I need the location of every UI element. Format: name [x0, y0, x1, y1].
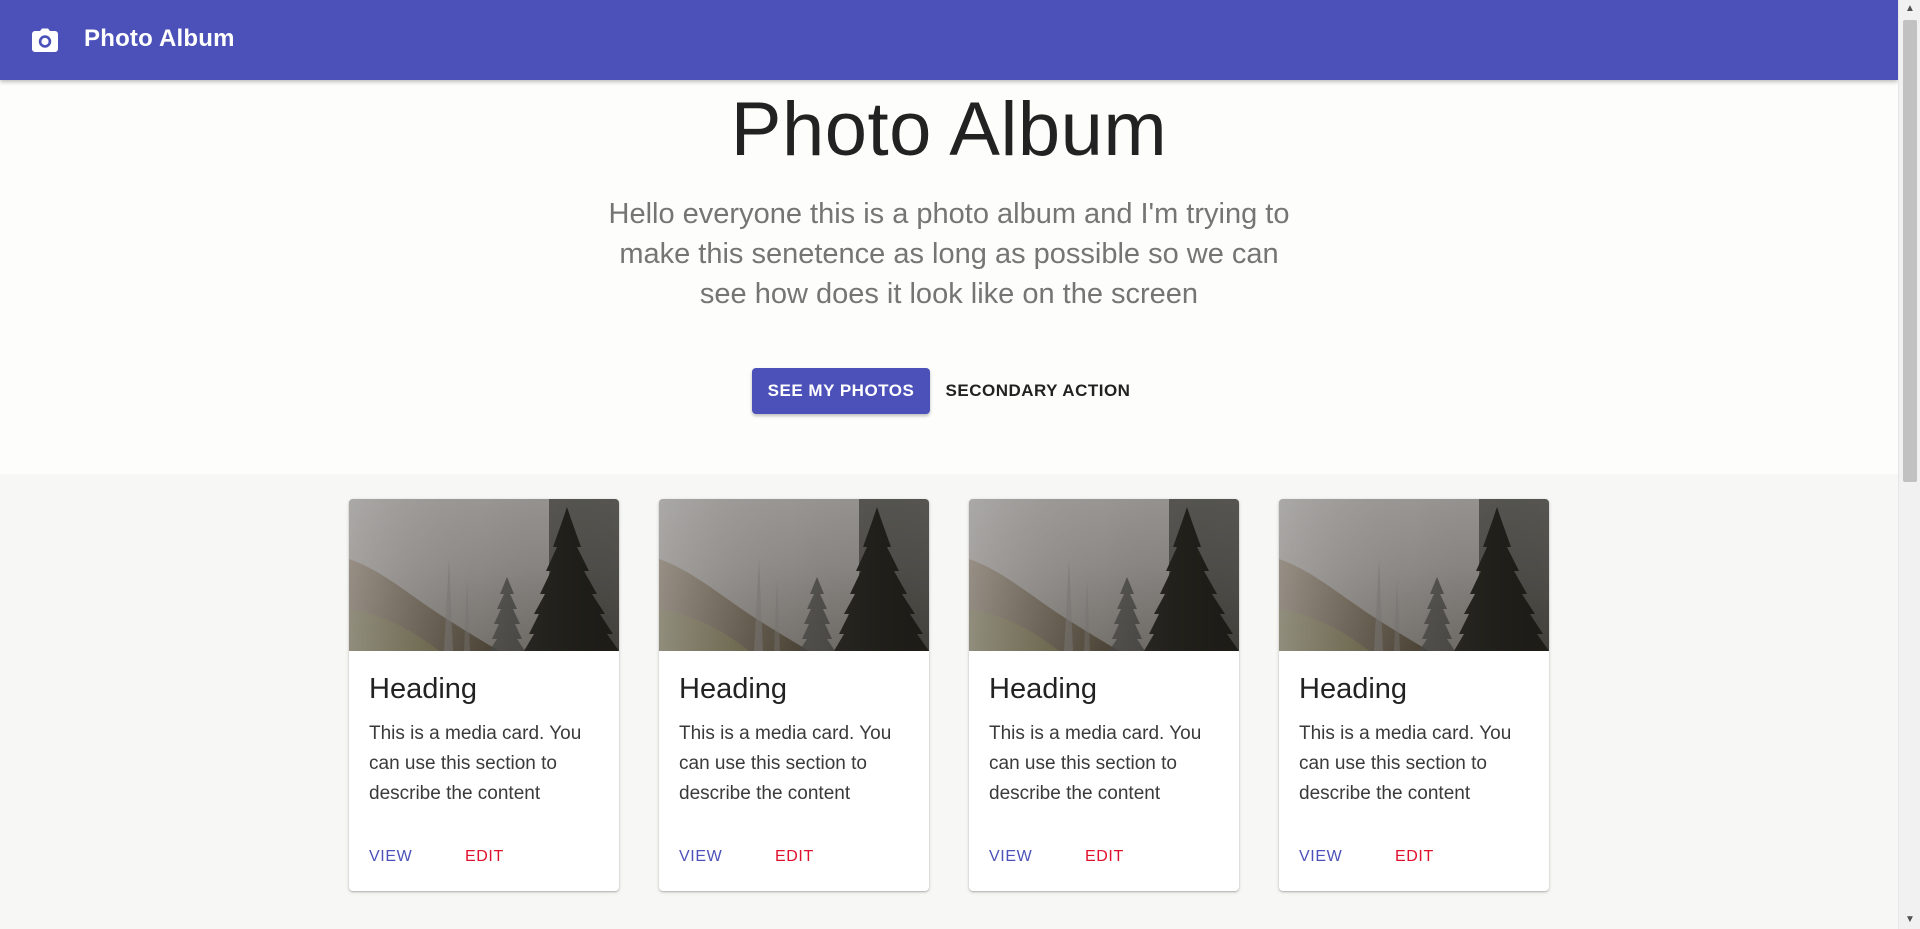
card-actions: VIEW EDIT [1289, 839, 1539, 875]
hero-subtitle: Hello everyone this is a photo album and… [608, 198, 1290, 310]
page: Photo Album Photo Album Hello everyone t… [0, 0, 1898, 929]
app-bar: Photo Album [0, 0, 1898, 80]
scroll-up-arrow-icon[interactable]: ▲ [1899, 0, 1920, 18]
card-image [1279, 499, 1549, 651]
card-image [659, 499, 929, 651]
card-description: This is a media card. You can use this s… [369, 723, 582, 804]
edit-button[interactable]: EDIT [1075, 839, 1134, 875]
card-actions: VIEW EDIT [669, 839, 919, 875]
edit-button[interactable]: EDIT [1385, 839, 1444, 875]
edit-button[interactable]: EDIT [765, 839, 824, 875]
secondary-action-button[interactable]: SECONDARY ACTION [940, 368, 1136, 414]
card-heading: Heading [1299, 673, 1408, 705]
edit-button[interactable]: EDIT [455, 839, 514, 875]
view-button[interactable]: VIEW [359, 839, 422, 875]
scrollbar-thumb[interactable] [1903, 20, 1917, 482]
card-description: This is a media card. You can use this s… [679, 723, 892, 804]
media-card: Heading This is a media card. You can us… [349, 499, 619, 891]
media-card: Heading This is a media card. You can us… [969, 499, 1239, 891]
card-heading: Heading [369, 673, 478, 705]
scroll-down-arrow-icon[interactable]: ▼ [1899, 911, 1920, 929]
see-my-photos-button[interactable]: SEE MY PHOTOS [752, 368, 930, 414]
card-heading: Heading [989, 673, 1098, 705]
vertical-scrollbar[interactable]: ▲ ▼ [1898, 0, 1920, 929]
card-description: This is a media card. You can use this s… [989, 723, 1202, 804]
media-card: Heading This is a media card. You can us… [659, 499, 929, 891]
view-button[interactable]: VIEW [1289, 839, 1352, 875]
card-description: This is a media card. You can use this s… [1299, 723, 1512, 804]
hero-title: Photo Album [730, 87, 1168, 172]
media-card: Heading This is a media card. You can us… [1279, 499, 1549, 891]
card-heading: Heading [679, 673, 788, 705]
card-actions: VIEW EDIT [979, 839, 1229, 875]
card-grid: Heading This is a media card. You can us… [0, 474, 1898, 929]
app-bar-title: Photo Album [84, 25, 235, 52]
card-image [969, 499, 1239, 651]
view-button[interactable]: VIEW [979, 839, 1042, 875]
camera-icon [32, 28, 58, 52]
hero-section: Photo Album Hello everyone this is a pho… [0, 80, 1898, 474]
card-image [349, 499, 619, 651]
card-actions: VIEW EDIT [359, 839, 609, 875]
view-button[interactable]: VIEW [669, 839, 732, 875]
